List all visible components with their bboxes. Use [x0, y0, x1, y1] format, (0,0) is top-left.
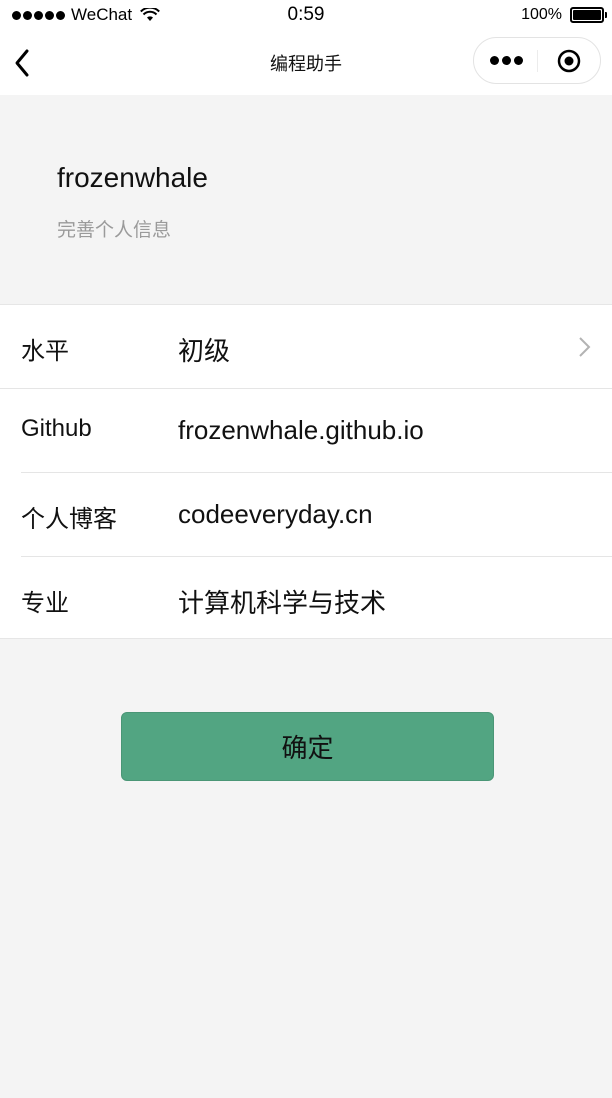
battery-percent: 100% [521, 6, 562, 23]
chevron-right-icon [579, 337, 591, 357]
mini-program-capsule [473, 37, 601, 84]
level-value[interactable]: 初级 [178, 331, 230, 368]
close-target-icon[interactable] [557, 49, 581, 73]
form-row-major: 专业 计算机科学与技术 [0, 557, 612, 641]
level-label: 水平 [21, 338, 69, 365]
blog-value[interactable]: codeeveryday.cn [178, 499, 373, 530]
battery-icon [570, 7, 607, 23]
profile-header: frozenwhale 完善个人信息 [0, 95, 612, 304]
username: frozenwhale [57, 162, 208, 193]
battery-group: 100% [521, 6, 607, 24]
major-label: 专业 [21, 590, 69, 617]
nav-bar: 编程助手 [0, 30, 612, 95]
more-icon[interactable] [490, 56, 523, 65]
profile-subtitle: 完善个人信息 [57, 220, 172, 241]
blog-label: 个人博客 [21, 506, 117, 533]
capsule-divider [537, 50, 538, 72]
form-row-github: Github frozenwhale.github.io [0, 389, 612, 473]
major-value[interactable]: 计算机科学与技术 [178, 583, 386, 620]
github-label: Github [21, 415, 92, 442]
status-bar: WeChat 0:59 100% [0, 0, 612, 30]
profile-form: 水平 初级 Github frozenwhale.github.io 个人博客 … [0, 304, 612, 639]
form-row-blog: 个人博客 codeeveryday.cn [0, 473, 612, 557]
form-row-level[interactable]: 水平 初级 [0, 305, 612, 389]
confirm-button[interactable]: 确定 [121, 712, 494, 781]
github-value[interactable]: frozenwhale.github.io [178, 415, 424, 446]
